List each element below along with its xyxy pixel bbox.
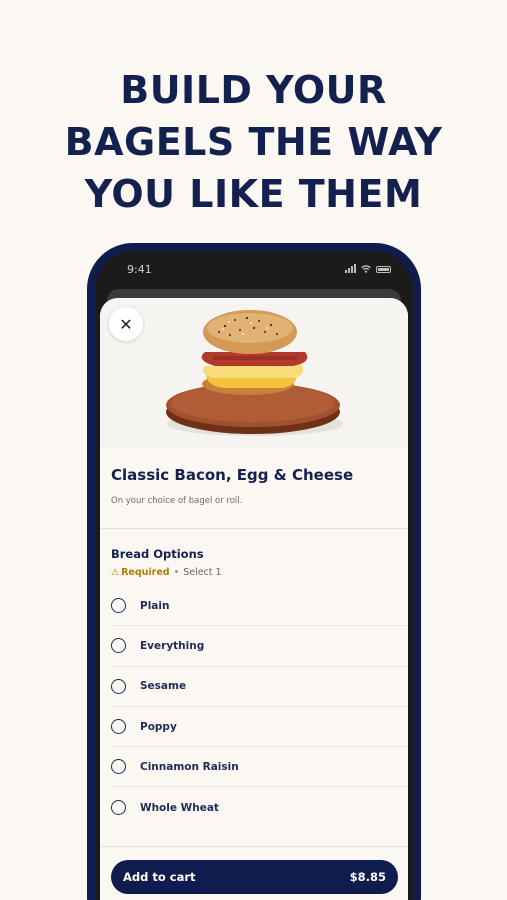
option-label: Everything bbox=[140, 639, 205, 652]
item-title: Classic Bacon, Egg & Cheese bbox=[111, 466, 354, 484]
bread-options-title: Bread Options bbox=[111, 547, 204, 561]
status-icons bbox=[345, 264, 391, 273]
option-sesame[interactable]: Sesame bbox=[111, 667, 408, 707]
option-label: Cinnamon Raisin bbox=[140, 760, 239, 773]
section-divider bbox=[100, 528, 408, 529]
radio-button[interactable] bbox=[111, 759, 126, 775]
radio-button[interactable] bbox=[111, 678, 126, 694]
separator-dot: • bbox=[173, 567, 180, 578]
option-label: Plain bbox=[140, 599, 170, 612]
radio-button[interactable] bbox=[111, 800, 126, 816]
item-description: On your choice of bagel or roll. bbox=[111, 496, 243, 506]
radio-button[interactable] bbox=[111, 598, 126, 614]
option-label: Whole Wheat bbox=[140, 801, 219, 814]
option-whole-wheat[interactable]: Whole Wheat bbox=[111, 787, 408, 827]
required-badge: ⚠ Required bbox=[111, 567, 170, 578]
required-label: Required bbox=[121, 567, 170, 578]
option-label: Poppy bbox=[140, 720, 177, 733]
headline-line-1: BUILD YOUR bbox=[120, 68, 387, 112]
footer-divider bbox=[100, 846, 408, 847]
phone-frame: 9:41 ✕ Classic Bacon, Egg & Cheese On yo… bbox=[87, 243, 421, 900]
option-plain[interactable]: Plain bbox=[111, 586, 408, 627]
close-icon: ✕ bbox=[119, 314, 133, 334]
select-hint: Select 1 bbox=[183, 567, 222, 578]
bread-options-section: Bread Options ⚠ Required • Select 1 Plai… bbox=[111, 547, 408, 828]
close-button[interactable]: ✕ bbox=[109, 307, 143, 341]
headline-line-2: BAGELS THE WAY bbox=[64, 120, 443, 164]
warning-icon: ⚠ bbox=[111, 567, 120, 578]
radio-button[interactable] bbox=[111, 638, 126, 654]
option-label: Sesame bbox=[140, 680, 187, 693]
add-to-cart-label: Add to cart bbox=[123, 870, 196, 884]
headline-line-3: YOU LIKE THEM bbox=[84, 172, 423, 216]
bagel-sandwich-image bbox=[166, 310, 343, 436]
item-hero: ✕ bbox=[100, 298, 408, 448]
option-everything[interactable]: Everything bbox=[111, 626, 408, 667]
cart-price: $8.85 bbox=[349, 870, 386, 884]
bread-option-list: Plain Everything Sesame Poppy Cinnamon R… bbox=[111, 586, 408, 828]
promo-headline: BUILD YOUR BAGELS THE WAY YOU LIKE THEM bbox=[0, 64, 507, 220]
battery-icon bbox=[376, 266, 391, 273]
phone-screen: 9:41 ✕ Classic Bacon, Egg & Cheese On yo… bbox=[95, 251, 413, 900]
option-poppy[interactable]: Poppy bbox=[111, 707, 408, 748]
item-detail-sheet: ✕ Classic Bacon, Egg & Cheese On your ch… bbox=[100, 298, 408, 900]
required-line: ⚠ Required • Select 1 bbox=[111, 567, 408, 578]
option-cinnamon-raisin[interactable]: Cinnamon Raisin bbox=[111, 747, 408, 788]
item-info: Classic Bacon, Egg & Cheese On your choi… bbox=[111, 466, 397, 506]
cellular-signal-icon bbox=[345, 264, 356, 273]
status-bar: 9:41 bbox=[95, 251, 413, 285]
radio-button[interactable] bbox=[111, 719, 126, 735]
status-time: 9:41 bbox=[127, 263, 152, 276]
add-to-cart-button[interactable]: Add to cart $8.85 bbox=[111, 860, 398, 894]
wifi-icon bbox=[361, 265, 371, 273]
